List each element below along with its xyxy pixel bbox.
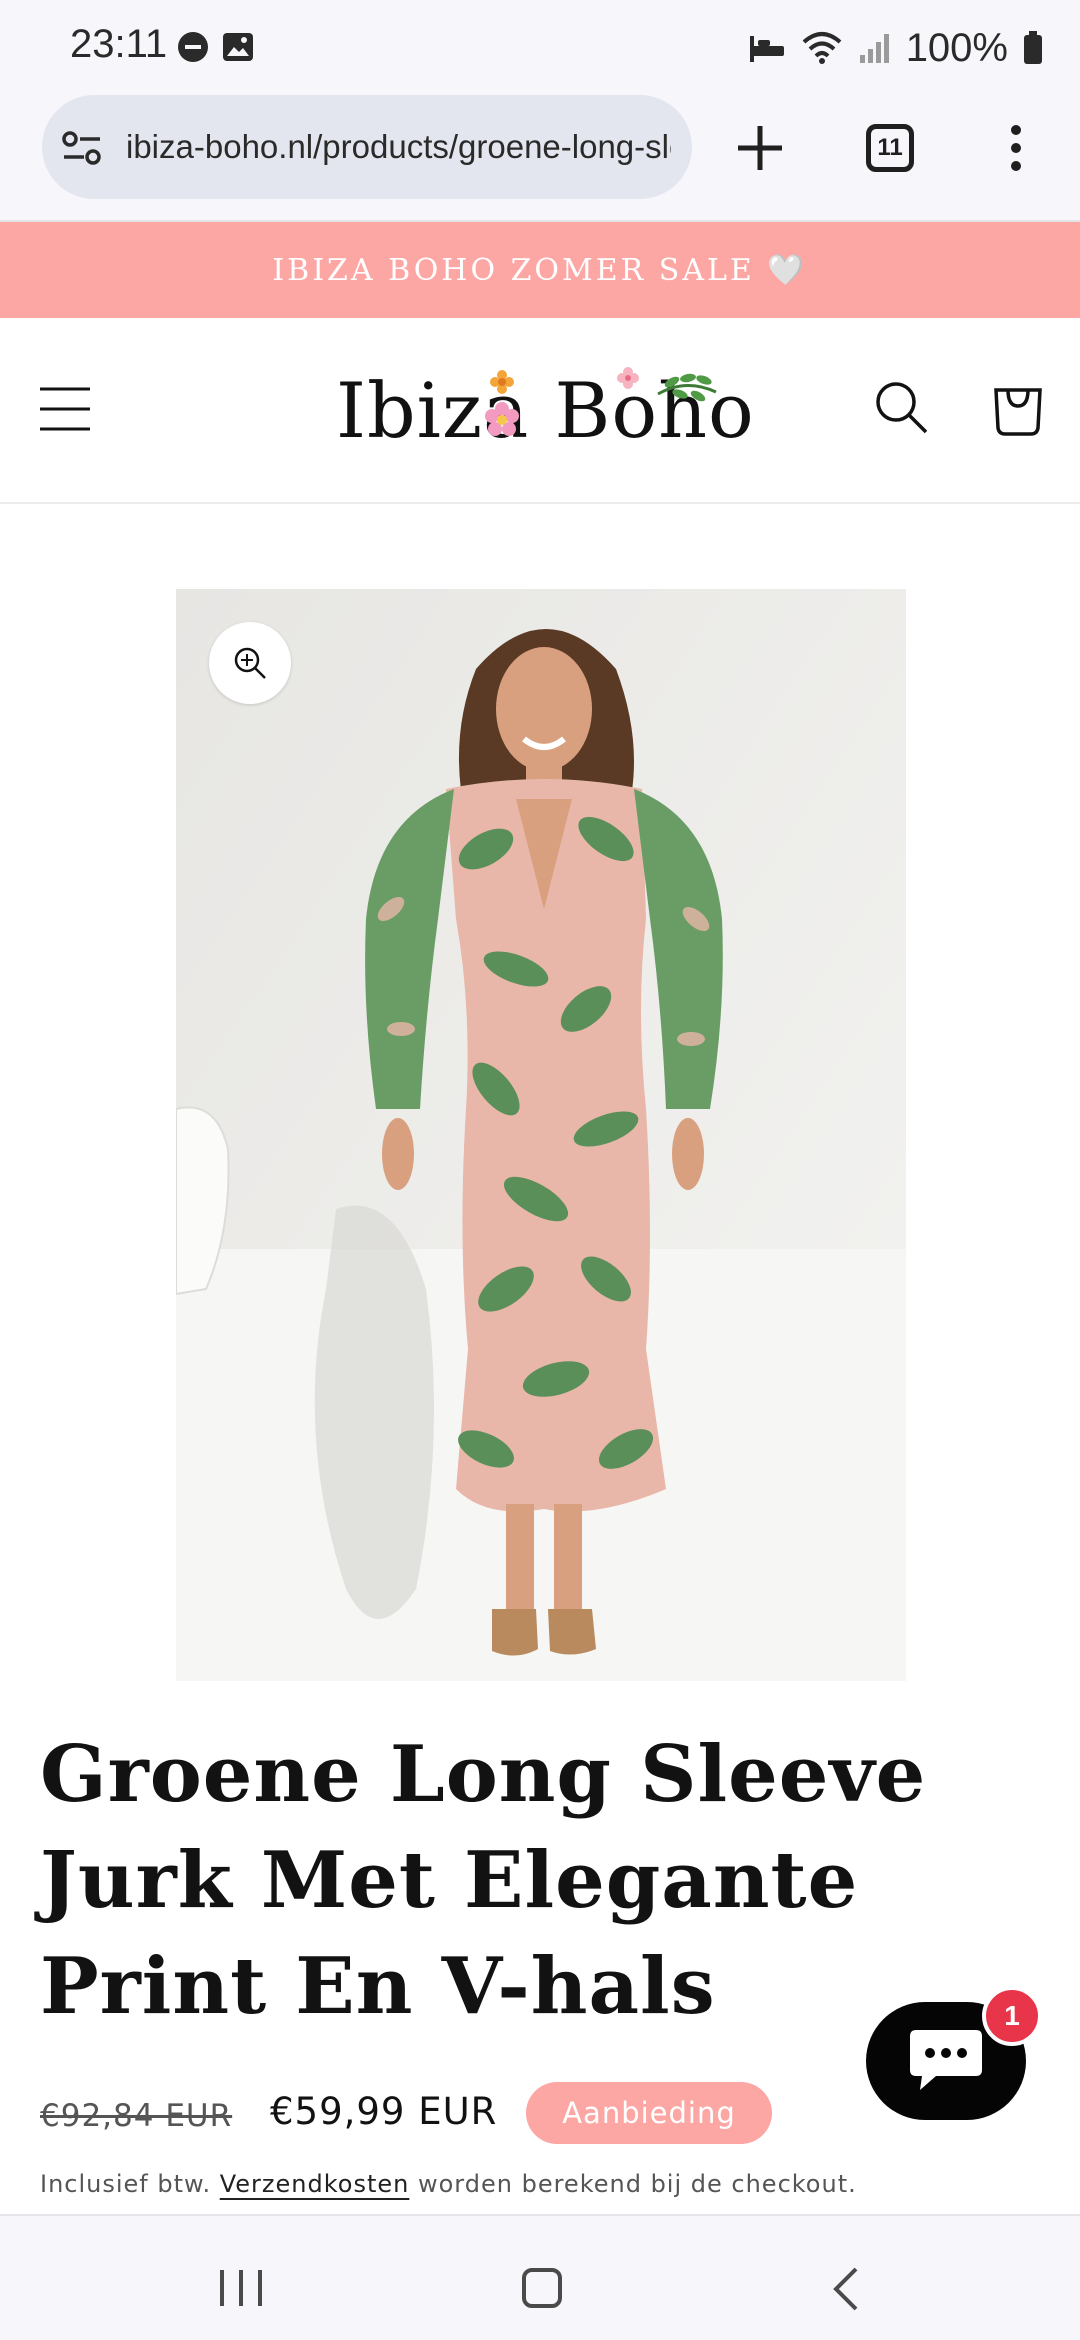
sale-badge: Aanbieding (526, 2082, 772, 2144)
announcement-bar[interactable]: IBIZA BOHO ZOMER SALE 🤍 (0, 222, 1080, 318)
tabs-icon[interactable]: 11 (866, 124, 914, 172)
site-logo[interactable]: Ibiza Boho (336, 358, 766, 468)
battery-icon (1024, 31, 1042, 64)
tab-count: 11 (877, 134, 903, 161)
wifi-icon (802, 32, 842, 64)
price-regular: €92,84 EUR (40, 2098, 233, 2134)
product-image[interactable] (176, 589, 906, 1681)
product-title: Groene Long Sleeve Jurk Met Elegante Pri… (40, 1729, 927, 2032)
announcement-text: IBIZA BOHO ZOMER SALE 🤍 (272, 252, 808, 288)
home-icon[interactable] (522, 2268, 562, 2308)
search-icon[interactable] (874, 380, 930, 436)
signal-icon (859, 34, 889, 63)
recents-icon[interactable] (218, 2268, 264, 2308)
url-text[interactable]: ibiza-boho.nl/products/groene-long-sleev… (126, 128, 671, 166)
product-photo-dress (176, 589, 906, 1681)
site-header: Ibiza Boho (0, 318, 1080, 504)
new-tab-icon[interactable] (734, 122, 786, 174)
tax-note-prefix: Inclusief btw. (40, 2170, 212, 2198)
back-icon[interactable] (830, 2266, 860, 2312)
system-nav-bar (0, 2214, 1080, 2340)
status-indicators: 100% (748, 20, 1044, 76)
tax-note: Inclusief btw. Verzendkosten worden bere… (40, 2170, 857, 2198)
gallery-icon (223, 33, 253, 61)
price-sale: €59,99 EUR (270, 2090, 498, 2133)
zoom-button[interactable] (209, 622, 291, 704)
chat-bubble-icon (910, 2030, 982, 2090)
status-time: 23:11 (70, 22, 168, 66)
shipping-link[interactable]: Verzendkosten (220, 2170, 410, 2198)
cart-icon[interactable] (990, 376, 1046, 436)
chat-unread-badge: 1 (982, 1986, 1042, 2046)
menu-dots-icon[interactable] (1006, 122, 1026, 174)
tax-note-suffix: worden berekend bij de checkout. (417, 2170, 857, 2198)
status-bar: 23:11 100% (0, 0, 1080, 95)
do-not-disturb-icon (178, 32, 208, 62)
hamburger-icon[interactable] (40, 386, 90, 432)
logo-flowers-icon (485, 367, 717, 436)
zoom-in-icon (234, 647, 266, 679)
sleep-mode-icon (749, 36, 784, 62)
battery-percentage: 100% (905, 25, 1008, 70)
site-settings-icon[interactable] (62, 130, 102, 166)
